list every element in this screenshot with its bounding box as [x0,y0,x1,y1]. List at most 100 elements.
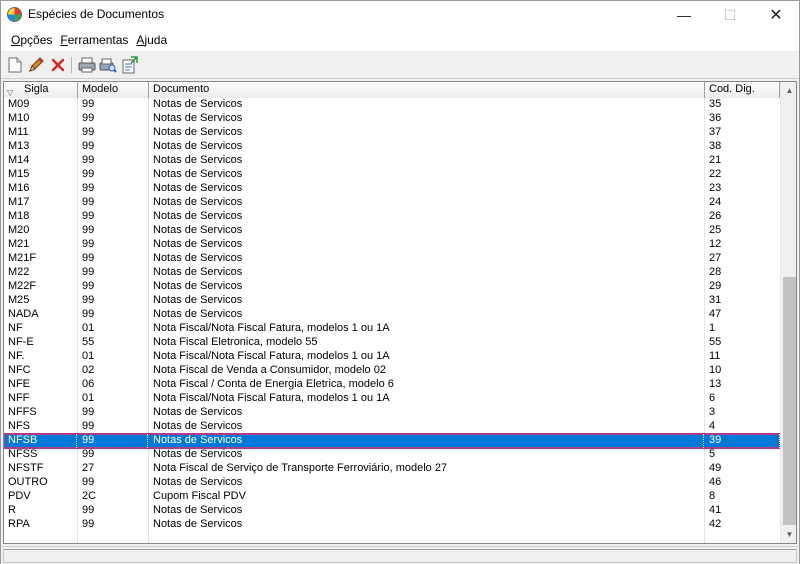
table-row[interactable]: NFSTF 27 Nota Fiscal de Serviço de Transpo… [4,462,780,476]
table-row[interactable]: M14 99 Notas de Servicos 21 [4,154,780,168]
menu-bar: Opções Ferramentas Ajuda [1,29,799,51]
cell-modelo: 27 [82,462,95,474]
cell-modelo: 99 [82,476,95,488]
table-row[interactable]: NF 01 Nota Fiscal/Nota Fiscal Fatura, mode… [4,322,780,336]
cell-sigla: NF. [8,350,25,362]
table-row[interactable]: M25 99 Notas de Servicos 31 [4,294,780,308]
print-preview-icon[interactable] [98,55,118,75]
cell-sigla: M21 [8,238,30,250]
table-row[interactable]: R 99 Notas de Servicos 41 [4,504,780,518]
scroll-thumb[interactable] [783,277,796,525]
delete-x-icon[interactable] [48,55,68,75]
column-header-cod-dig[interactable]: Cod. Dig. [705,82,780,98]
table-row[interactable]: NFFS 99 Notas de Servicos 3 [4,406,780,420]
close-button[interactable]: ✕ [753,1,799,29]
menu-ferramentas[interactable]: Ferramentas [56,33,132,47]
table-row[interactable]: M22 99 Notas de Servicos 28 [4,266,780,280]
cell-modelo: 99 [82,196,95,208]
column-header-modelo[interactable]: Modelo [78,82,149,98]
cell-sigla: M10 [8,112,30,124]
table-row[interactable]: M10 99 Notas de Servicos 36 [4,112,780,126]
cell-documento: Notas de Servicos [153,476,243,488]
cell-sigla: M14 [8,154,30,166]
menu-opcoes-label: pções [20,33,53,47]
cell-sigla: M16 [8,182,30,194]
table-row[interactable]: RPA 99 Notas de Servicos 42 [4,518,780,532]
menu-ferramentas-label: erramentas [67,33,129,47]
cell-modelo: 99 [82,224,95,236]
cell-documento: Notas de Servicos [153,196,243,208]
cell-modelo: 99 [82,266,95,278]
menu-opcoes[interactable]: Opções [7,33,56,47]
cell-documento: Nota Fiscal/Nota Fiscal Fatura, modelos … [153,350,390,362]
vertical-scrollbar[interactable]: ▲ ▼ [780,82,796,543]
table-row[interactable]: M16 99 Notas de Servicos 23 [4,182,780,196]
cell-documento: Notas de Servicos [153,420,243,432]
table-row[interactable]: M13 99 Notas de Servicos 38 [4,140,780,154]
table-row[interactable]: NFE 06 Nota Fiscal / Conta de Energia Elet… [4,378,780,392]
table-row[interactable]: M11 99 Notas de Servicos 37 [4,126,780,140]
cell-modelo: 99 [82,518,95,530]
table-row[interactable]: PDV 2C Cupom Fiscal PDV 8 [4,490,780,504]
maximize-button[interactable]: ☐ [707,1,753,29]
cell-cod-dig: 29 [709,280,722,292]
table-row[interactable]: NF. 01 Nota Fiscal/Nota Fiscal Fatura, mod… [4,350,780,364]
toolbar-separator [71,57,72,73]
cell-documento: Cupom Fiscal PDV [153,490,246,502]
cell-sigla: NFS [8,420,30,432]
edit-pencil-icon[interactable] [26,55,46,75]
cell-documento: Notas de Servicos [153,224,243,236]
table-row[interactable]: M09 99 Notas de Servicos 35 [4,98,780,112]
menu-ferramentas-accelerator: F [60,33,68,47]
table-row[interactable]: OUTRO 99 Notas de Servicos 46 [4,476,780,490]
column-header-documento[interactable]: Documento [149,82,705,98]
cell-documento: Notas de Servicos [153,266,243,278]
table-row-selected[interactable]: NFSB 99 Notas de Servicos 39 [4,433,781,449]
cell-cod-dig: 8 [709,490,716,502]
minimize-button[interactable]: — [661,1,707,29]
cell-documento: Notas de Servicos [153,448,243,460]
export-icon[interactable] [120,55,140,75]
table-row[interactable]: M18 99 Notas de Servicos 26 [4,210,780,224]
table-row[interactable]: NF-E 55 Nota Fiscal Eletronica, modelo 55 5… [4,336,780,350]
scroll-up-arrow-icon[interactable]: ▲ [781,82,796,99]
table-row[interactable]: NFC 02 Nota Fiscal de Venda a Consumidor, … [4,364,780,378]
cell-sigla: M20 [8,224,30,236]
cell-cod-dig: 39 [705,434,780,448]
documents-grid[interactable]: ▽ Sigla Modelo Documento Cod. Dig. M09 99… [3,81,797,544]
scroll-down-arrow-icon[interactable]: ▼ [781,526,796,543]
menu-ajuda[interactable]: Ajuda [132,33,171,47]
cell-sigla: NFC [8,364,31,376]
cell-sigla: M15 [8,168,30,180]
column-header-sigla[interactable]: ▽ Sigla [4,82,78,98]
cell-modelo: 99 [82,154,95,166]
table-row[interactable]: NFSS 99 Notas de Servicos 5 [4,448,780,462]
table-row[interactable]: NFF 01 Nota Fiscal/Nota Fiscal Fatura, mod… [4,392,780,406]
table-row[interactable]: NFS 99 Notas de Servicos 4 [4,420,780,434]
cell-cod-dig: 13 [709,378,722,390]
cell-modelo: 99 [82,294,95,306]
cell-cod-dig: 24 [709,196,722,208]
table-row[interactable]: M20 99 Notas de Servicos 25 [4,224,780,238]
cell-documento: Notas de Servicos [153,168,243,180]
cell-cod-dig: 22 [709,168,722,180]
toolbar [1,51,799,79]
cell-documento: Nota Fiscal de Venda a Consumidor, model… [153,364,386,376]
table-row[interactable]: M17 99 Notas de Servicos 24 [4,196,780,210]
title-bar[interactable]: Espécies de Documentos — ☐ ✕ [1,1,799,29]
cell-sigla: NFFS [8,406,37,418]
table-row[interactable]: NADA 99 Notas de Servicos 47 [4,308,780,322]
table-row[interactable]: M22F 99 Notas de Servicos 29 [4,280,780,294]
status-bar [1,546,799,564]
cell-cod-dig: 47 [709,308,722,320]
cell-cod-dig: 23 [709,182,722,194]
cell-sigla: M22F [8,280,37,292]
table-row[interactable]: M15 99 Notas de Servicos 22 [4,168,780,182]
table-row[interactable]: M21F 99 Notas de Servicos 27 [4,252,780,266]
print-icon[interactable] [77,55,97,75]
cell-documento: Notas de Servicos [153,518,243,530]
cell-sigla: NADA [8,308,39,320]
table-row[interactable]: M21 99 Notas de Servicos 12 [4,238,780,252]
new-document-icon[interactable] [5,55,25,75]
cell-modelo: 99 [82,280,95,292]
